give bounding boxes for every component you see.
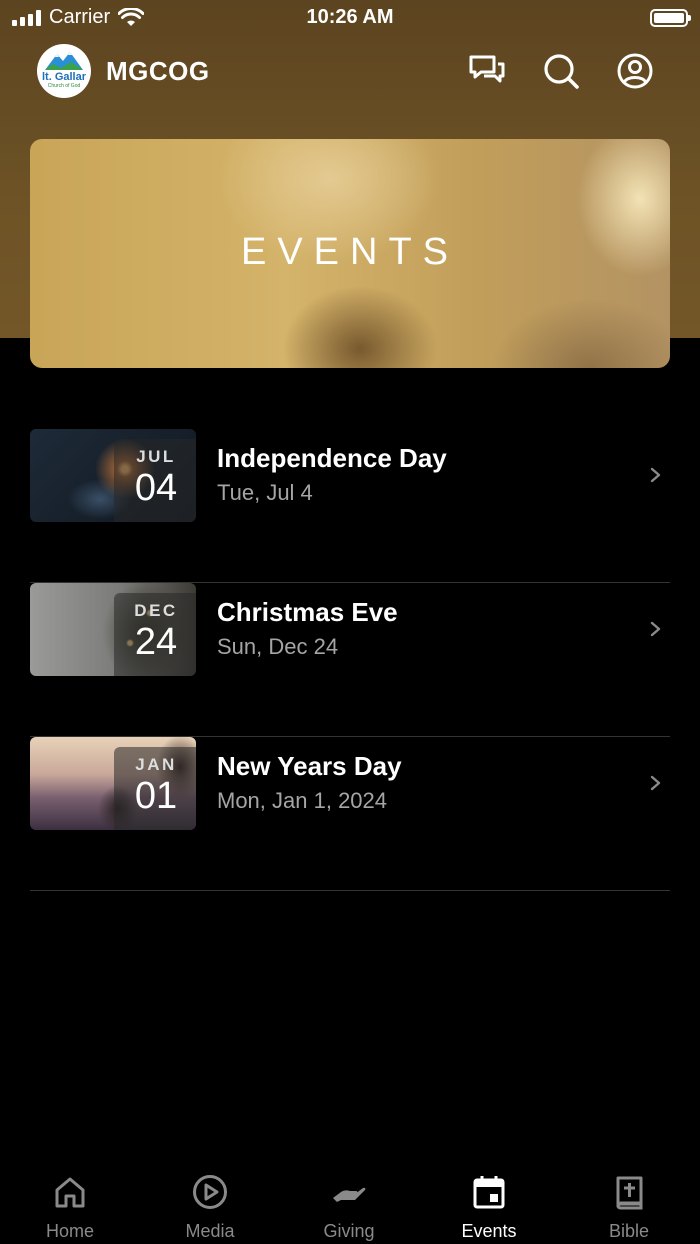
tab-events[interactable]: Events	[439, 1160, 539, 1244]
event-date: Tue, Jul 4	[217, 480, 313, 505]
event-month: JUL	[136, 447, 176, 466]
event-month: DEC	[134, 601, 178, 620]
event-thumbnail: DEC 24	[30, 583, 196, 676]
event-day: 04	[134, 467, 178, 509]
event-row-christmas-eve[interactable]: DEC 24 Christmas Eve Sun, Dec 24	[30, 583, 670, 737]
chat-icon[interactable]	[468, 52, 506, 90]
banner-title: EVENTS	[240, 231, 460, 273]
event-row-independence-day[interactable]: JUL 04 Independence Day Tue, Jul 4	[30, 429, 670, 583]
tab-bar: Home Media Giving Events Bible	[0, 1160, 700, 1244]
chevron-right-icon	[650, 775, 661, 791]
date-badge: DEC 24	[114, 593, 196, 676]
event-day: 01	[134, 775, 178, 817]
event-date: Mon, Jan 1, 2024	[217, 788, 388, 813]
logo-subtext: Church of God	[47, 83, 81, 89]
tab-label: Bible	[608, 1221, 650, 1241]
top-nav: lt. Gallar Church of God MGCOG	[0, 44, 700, 100]
event-date: Sun, Dec 24	[217, 634, 339, 659]
church-logo[interactable]: lt. Gallar Church of God	[37, 44, 91, 98]
account-icon[interactable]	[616, 52, 654, 90]
play-icon	[193, 1175, 227, 1209]
chevron-right-icon	[650, 467, 661, 483]
app-title: MGCOG	[106, 56, 210, 86]
search-icon[interactable]	[542, 52, 580, 90]
event-thumbnail: JUL 04	[30, 429, 196, 522]
tab-media[interactable]: Media	[160, 1160, 260, 1244]
event-title: Independence Day	[217, 443, 447, 473]
tab-label: Events	[461, 1221, 517, 1241]
tab-label: Giving	[323, 1221, 375, 1241]
tab-giving[interactable]: Giving	[299, 1160, 399, 1244]
status-bar: Carrier 10:26 AM	[0, 0, 700, 36]
events-banner: EVENTS	[30, 139, 670, 368]
tab-label: Media	[185, 1221, 235, 1241]
giving-hand-icon	[333, 1187, 366, 1202]
logo-text: lt. Gallar	[41, 71, 87, 83]
event-thumbnail: JAN 01	[30, 737, 196, 830]
event-title: Christmas Eve	[217, 597, 398, 627]
chevron-right-icon	[650, 621, 661, 637]
home-icon	[55, 1177, 85, 1208]
calendar-icon	[473, 1176, 505, 1209]
mountain-icon	[45, 52, 83, 70]
tab-home[interactable]: Home	[20, 1160, 120, 1244]
status-time: 10:26 AM	[306, 6, 394, 28]
event-row-new-years-day[interactable]: JAN 01 New Years Day Mon, Jan 1, 2024	[30, 737, 670, 891]
event-title: New Years Day	[217, 751, 402, 781]
date-badge: JAN 01	[114, 747, 196, 830]
bible-icon	[616, 1176, 643, 1210]
tab-label: Home	[45, 1221, 94, 1241]
event-month: JAN	[135, 755, 177, 774]
battery-icon	[650, 9, 691, 27]
date-badge: JUL 04	[114, 439, 196, 522]
tab-bible[interactable]: Bible	[579, 1160, 679, 1244]
event-day: 24	[134, 621, 178, 663]
